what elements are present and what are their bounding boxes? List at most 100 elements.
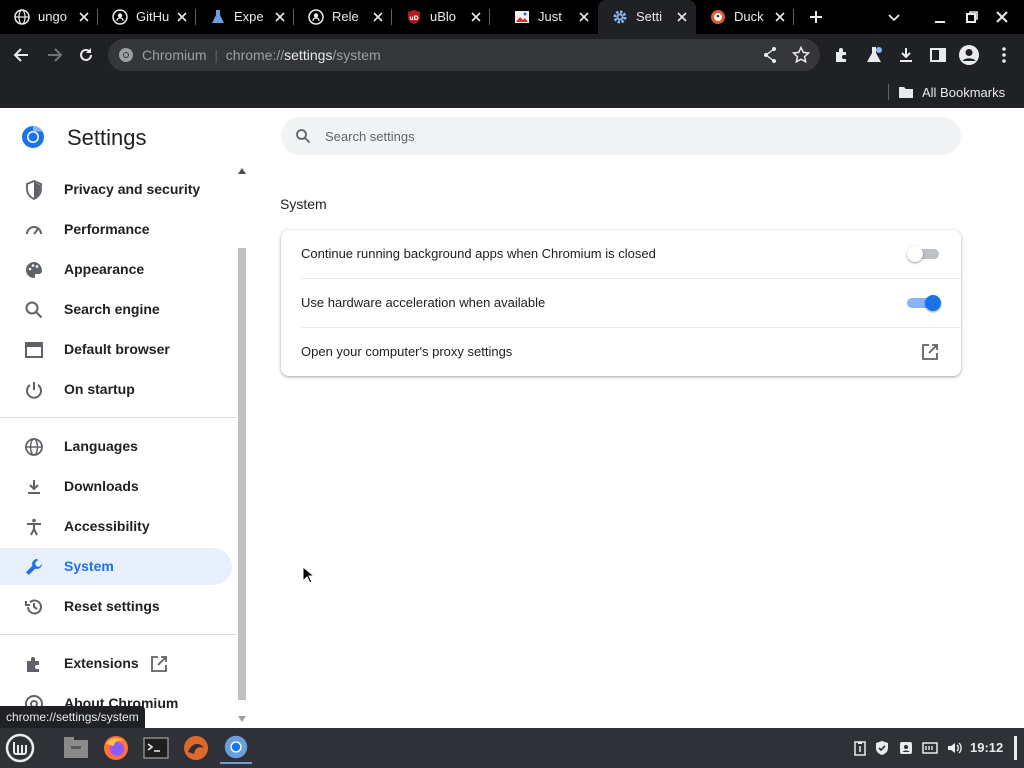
sidebar-item-languages[interactable]: Languages <box>0 428 232 465</box>
browser-window-icon <box>25 342 43 358</box>
folder-icon <box>899 87 913 98</box>
all-bookmarks-button[interactable]: All Bookmarks <box>898 83 1005 101</box>
close-icon[interactable] <box>76 9 92 25</box>
labs-flask-icon[interactable] <box>864 45 884 65</box>
wrench-icon <box>26 559 42 575</box>
page-title: Settings <box>67 125 147 150</box>
tab-7[interactable]: Duck <box>696 0 794 34</box>
url-text[interactable]: Chromium | chrome://settings/system <box>142 47 381 63</box>
sidebar-item-performance[interactable]: Performance <box>0 211 232 248</box>
toggle-knob <box>907 246 923 262</box>
close-icon[interactable] <box>468 9 484 25</box>
close-window-icon[interactable] <box>994 9 1010 25</box>
sidebar-item-on-startup[interactable]: On startup <box>0 371 232 408</box>
network-tray-icon[interactable] <box>922 740 938 756</box>
settings-page: Settings Privacy and security Performanc… <box>0 108 1024 728</box>
sidebar-scrollbar[interactable] <box>236 160 248 728</box>
sidebar-item-reset-settings[interactable]: Reset settings <box>0 588 232 625</box>
tab-label: uBlo <box>430 9 457 24</box>
address-bar[interactable]: Chromium | chrome://settings/system <box>108 39 820 71</box>
close-icon[interactable] <box>576 9 592 25</box>
extensions-icon[interactable] <box>832 45 852 65</box>
back-icon[interactable] <box>12 45 32 65</box>
tab-separator <box>793 9 794 25</box>
close-icon[interactable] <box>174 9 190 25</box>
tab-label: Duck <box>734 9 764 24</box>
volume-tray-icon[interactable] <box>946 740 962 756</box>
bookmarks-bar: All Bookmarks <box>0 76 1024 108</box>
show-desktop-button[interactable] <box>1014 736 1017 760</box>
sidebar-item-downloads[interactable]: Downloads <box>0 468 232 505</box>
minimize-icon[interactable] <box>932 9 948 25</box>
bookmark-star-icon[interactable] <box>792 46 810 64</box>
tab-3[interactable]: Rele <box>294 0 392 34</box>
reload-icon[interactable] <box>76 45 96 65</box>
scroll-up-arrow-icon[interactable] <box>238 168 246 174</box>
sidebar-item-default-browser[interactable]: Default browser <box>0 331 232 368</box>
close-icon[interactable] <box>370 9 386 25</box>
sidebar-item-extensions[interactable]: Extensions <box>0 645 232 682</box>
sidebar-item-label: Extensions <box>64 655 139 671</box>
sidebar-item-appearance[interactable]: Appearance <box>0 251 232 288</box>
tab-6[interactable]: Setti <box>598 0 696 34</box>
sidebar-item-label: Search engine <box>64 301 160 317</box>
setting-label: Open your computer's proxy settings <box>301 344 513 359</box>
share-icon[interactable] <box>762 46 778 64</box>
sidebar-item-system[interactable]: System <box>0 548 232 585</box>
tab-label: Setti <box>636 9 663 24</box>
chromium-icon[interactable] <box>118 47 134 63</box>
external-link-icon[interactable] <box>921 343 939 361</box>
proxy-settings-row[interactable]: Open your computer's proxy settings <box>281 328 961 377</box>
files-icon[interactable] <box>60 732 92 764</box>
tab-strip: ungo GitHu Expe Rele uD uBlo Just Setti <box>0 0 1024 34</box>
os-taskbar: 19:12 <box>0 728 1024 768</box>
firefox-icon[interactable] <box>100 732 132 764</box>
tab-search-icon[interactable] <box>886 9 902 25</box>
terminal-icon[interactable] <box>140 732 172 764</box>
clipboard-tray-icon[interactable] <box>852 740 868 756</box>
close-icon[interactable] <box>272 9 288 25</box>
tab-0[interactable]: ungo <box>0 0 98 34</box>
close-icon[interactable] <box>772 9 788 25</box>
sidebar-item-search-engine[interactable]: Search engine <box>0 291 232 328</box>
sidebar-item-privacy[interactable]: Privacy and security <box>0 171 232 208</box>
settings-sidebar: Privacy and security Performance Appeara… <box>0 160 236 720</box>
browser-toolbar: Chromium | chrome://settings/system <box>0 34 1024 76</box>
url-path: /system <box>332 47 381 63</box>
mint-menu-icon[interactable] <box>4 732 36 764</box>
external-link-icon <box>151 656 167 672</box>
restore-icon[interactable] <box>964 9 980 25</box>
tab-4[interactable]: uD uBlo <box>392 0 490 34</box>
new-tab-icon[interactable] <box>808 9 824 25</box>
sidebar-item-accessibility[interactable]: Accessibility <box>0 508 232 545</box>
fox-app-icon[interactable] <box>180 732 212 764</box>
tab-2[interactable]: Expe <box>196 0 294 34</box>
shield-tray-icon[interactable] <box>874 740 890 756</box>
profile-avatar-icon[interactable] <box>958 44 980 66</box>
tab-5[interactable]: Just <box>500 0 598 34</box>
forward-icon[interactable] <box>44 45 64 65</box>
hardware-acceleration-row[interactable]: Use hardware acceleration when available <box>281 279 961 328</box>
sidebar-item-label: Default browser <box>64 341 170 357</box>
setting-label: Use hardware acceleration when available <box>301 295 546 310</box>
search-box[interactable] <box>281 117 961 155</box>
background-apps-row[interactable]: Continue running background apps when Ch… <box>281 230 961 279</box>
hardware-acceleration-toggle[interactable] <box>907 295 941 311</box>
tab-1[interactable]: GitHu <box>98 0 196 34</box>
menu-kebab-icon[interactable] <box>994 45 1014 65</box>
all-bookmarks-label: All Bookmarks <box>922 84 1006 100</box>
svg-text:uD: uD <box>409 15 418 22</box>
chromium-icon[interactable] <box>220 732 252 764</box>
puzzle-icon <box>27 657 39 672</box>
download-icon[interactable] <box>896 45 916 65</box>
scroll-down-arrow-icon[interactable] <box>238 716 246 722</box>
side-panel-icon[interactable] <box>928 45 948 65</box>
search-input[interactable] <box>325 117 925 155</box>
power-icon <box>26 382 42 399</box>
user-tray-icon[interactable] <box>898 740 914 756</box>
globe-icon <box>14 9 30 25</box>
close-icon[interactable] <box>674 9 690 25</box>
scrollbar-thumb[interactable] <box>238 248 246 700</box>
taskbar-clock[interactable]: 19:12 <box>970 740 1003 756</box>
background-apps-toggle[interactable] <box>907 246 939 262</box>
